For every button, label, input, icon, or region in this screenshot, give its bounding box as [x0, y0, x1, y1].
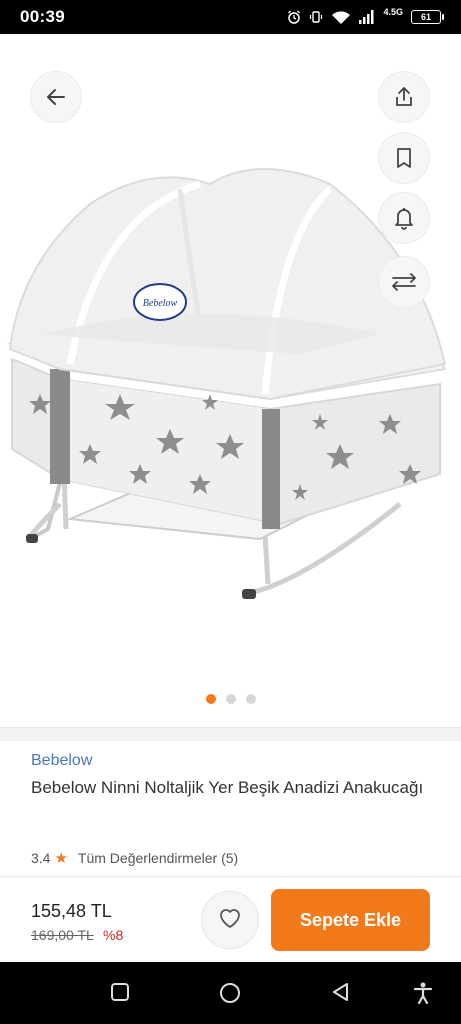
- image-logo-text: Bebelow: [143, 298, 178, 309]
- product-info: Bebelow Bebelow Ninni Noltaljik Yer Beşi…: [31, 752, 441, 800]
- purchase-bar: 155,48 TL 169,00 TL %8 Sepete Ekle: [0, 876, 461, 962]
- product-title: Bebelow Ninni Noltaljik Yer Beşik Anadiz…: [31, 778, 424, 797]
- star-icon: ★: [54, 850, 68, 867]
- pagination-dot[interactable]: [245, 694, 256, 704]
- gallery-pagination: [0, 694, 461, 704]
- old-price: 169,00 TL: [31, 927, 94, 943]
- bookmark-icon: [393, 146, 415, 170]
- alarm-icon: [287, 10, 301, 24]
- price-alarm-button[interactable]: [378, 192, 430, 244]
- status-time: 00:39: [20, 7, 65, 26]
- reviews-link[interactable]: Tüm Değerlendirmeler (5): [78, 850, 238, 866]
- pagination-dot-active[interactable]: [205, 694, 216, 704]
- status-icons: 4.5G 61: [287, 6, 444, 25]
- recents-icon[interactable]: [110, 982, 130, 1007]
- bookmark-button[interactable]: [378, 132, 430, 184]
- section-divider: [0, 727, 461, 741]
- home-icon[interactable]: [219, 982, 241, 1009]
- back-button[interactable]: [30, 71, 82, 123]
- add-to-cart-button[interactable]: Sepete Ekle: [271, 889, 430, 951]
- share-button[interactable]: [378, 71, 430, 123]
- back-icon: [44, 85, 68, 109]
- compare-button[interactable]: [378, 256, 430, 308]
- back-triangle-icon[interactable]: [331, 982, 351, 1007]
- bell-icon: [392, 205, 416, 231]
- signal-icon: [359, 10, 375, 24]
- rating-value: 3.4: [31, 850, 51, 866]
- favorite-button[interactable]: [201, 891, 259, 949]
- vibrate-icon: [309, 10, 323, 24]
- wifi-icon: [331, 10, 351, 25]
- pagination-dot[interactable]: [225, 694, 236, 704]
- share-icon: [392, 85, 416, 109]
- discount-badge: %8: [103, 927, 124, 943]
- accessibility-icon[interactable]: [413, 982, 433, 1009]
- current-price: 155,48 TL: [31, 901, 112, 921]
- battery-level: 61: [420, 12, 431, 22]
- compare-arrows-icon: [389, 272, 419, 292]
- network-type: 4.5G: [383, 6, 403, 17]
- heart-icon: [217, 906, 243, 935]
- battery-icon: 61: [411, 10, 444, 24]
- status-bar: 00:39 4.5G 61: [0, 0, 461, 34]
- rating-row[interactable]: 3.4 ★ Tüm Değerlendirmeler (5): [31, 849, 238, 867]
- brand-link[interactable]: Bebelow: [31, 752, 441, 770]
- android-nav-bar: [0, 962, 461, 1024]
- product-gallery[interactable]: Bebelow: [0, 34, 461, 726]
